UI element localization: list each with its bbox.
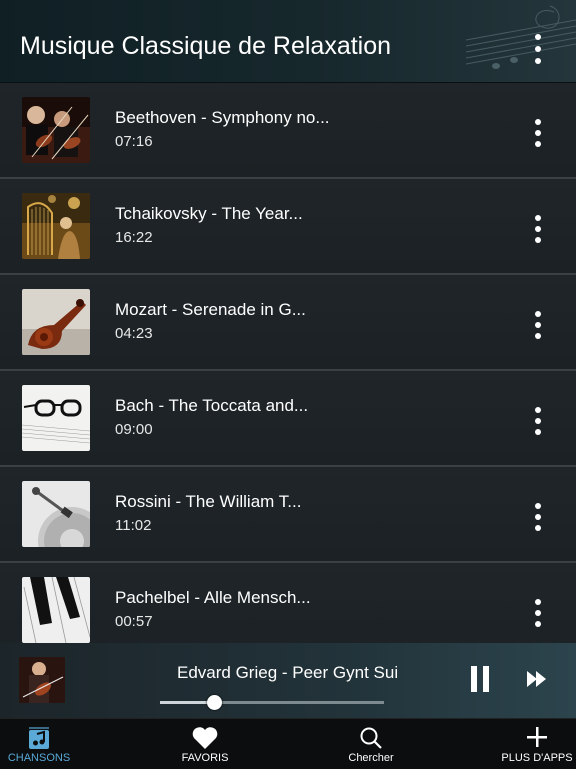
song-row[interactable]: Mozart - Serenade in G... 04:23 xyxy=(0,275,576,371)
pause-button[interactable] xyxy=(471,666,489,692)
song-duration: 00:57 xyxy=(115,613,153,630)
tab-plus-dapps[interactable]: PLUS D'APPS xyxy=(498,719,576,769)
page-title: Musique Classique de Relaxation xyxy=(20,32,392,60)
tab-bar: CHANSONS FAVORIS Chercher PLUS D'APPS xyxy=(0,718,576,769)
song-list: Beethoven - Symphony no... 07:16 Tchaiko… xyxy=(0,83,576,643)
album-art-violin-orchestra xyxy=(22,97,90,163)
song-more-menu-icon[interactable] xyxy=(528,119,548,147)
song-duration: 09:00 xyxy=(115,421,153,438)
plus-icon xyxy=(527,727,547,747)
header-more-menu-icon[interactable] xyxy=(528,34,548,64)
tab-label: CHANSONS xyxy=(7,752,71,764)
tab-label: PLUS D'APPS xyxy=(501,752,573,764)
song-duration: 04:23 xyxy=(115,325,153,342)
app-header: Musique Classique de Relaxation xyxy=(0,0,576,83)
tab-label: Chercher xyxy=(348,752,394,764)
song-row[interactable]: Pachelbel - Alle Mensch... 00:57 xyxy=(0,563,576,643)
song-duration: 07:16 xyxy=(115,133,153,150)
song-title: Rossini - The William T... xyxy=(115,492,302,511)
tab-chansons[interactable]: CHANSONS xyxy=(0,719,78,769)
album-art-violin-scroll xyxy=(22,289,90,355)
now-playing-title: Edvard Grieg - Peer Gynt Sui xyxy=(177,663,399,682)
heart-icon xyxy=(192,727,218,749)
song-duration: 11:02 xyxy=(115,517,152,534)
tab-chercher[interactable]: Chercher xyxy=(332,719,410,769)
fast-forward-icon[interactable] xyxy=(527,671,547,687)
song-row[interactable]: Bach - The Toccata and... 09:00 xyxy=(0,371,576,467)
song-more-menu-icon[interactable] xyxy=(528,311,548,339)
song-row[interactable]: Tchaikovsky - The Year... 16:22 xyxy=(0,179,576,275)
song-title: Beethoven - Symphony no... xyxy=(115,108,330,127)
song-row[interactable]: Beethoven - Symphony no... 07:16 xyxy=(0,83,576,179)
playback-slider[interactable] xyxy=(160,695,384,710)
music-staff-decoration xyxy=(466,5,576,69)
slider-knob[interactable] xyxy=(206,695,222,710)
search-icon xyxy=(360,727,382,749)
now-playing-bar[interactable]: Edvard Grieg - Peer Gynt Sui xyxy=(0,643,576,718)
tab-favoris[interactable]: FAVORIS xyxy=(166,719,244,769)
song-more-menu-icon[interactable] xyxy=(528,215,548,243)
album-art-harp-player xyxy=(22,193,90,259)
song-more-menu-icon[interactable] xyxy=(528,599,548,627)
album-art-turntable-tonearm xyxy=(22,481,90,547)
album-art-piano-keys xyxy=(22,577,90,643)
album-art-glasses-on-sheet-music xyxy=(22,385,90,451)
song-title: Pachelbel - Alle Mensch... xyxy=(115,588,311,607)
song-duration: 16:22 xyxy=(115,229,153,246)
song-row[interactable]: Rossini - The William T... 11:02 xyxy=(0,467,576,563)
music-note-icon xyxy=(29,727,49,749)
slider-progress xyxy=(160,701,214,704)
song-more-menu-icon[interactable] xyxy=(528,503,548,531)
song-title: Tchaikovsky - The Year... xyxy=(115,204,303,223)
tab-label: FAVORIS xyxy=(181,752,229,764)
song-more-menu-icon[interactable] xyxy=(528,407,548,435)
now-playing-album-art xyxy=(19,657,65,703)
song-title: Bach - The Toccata and... xyxy=(115,396,309,415)
song-title: Mozart - Serenade in G... xyxy=(115,300,306,319)
